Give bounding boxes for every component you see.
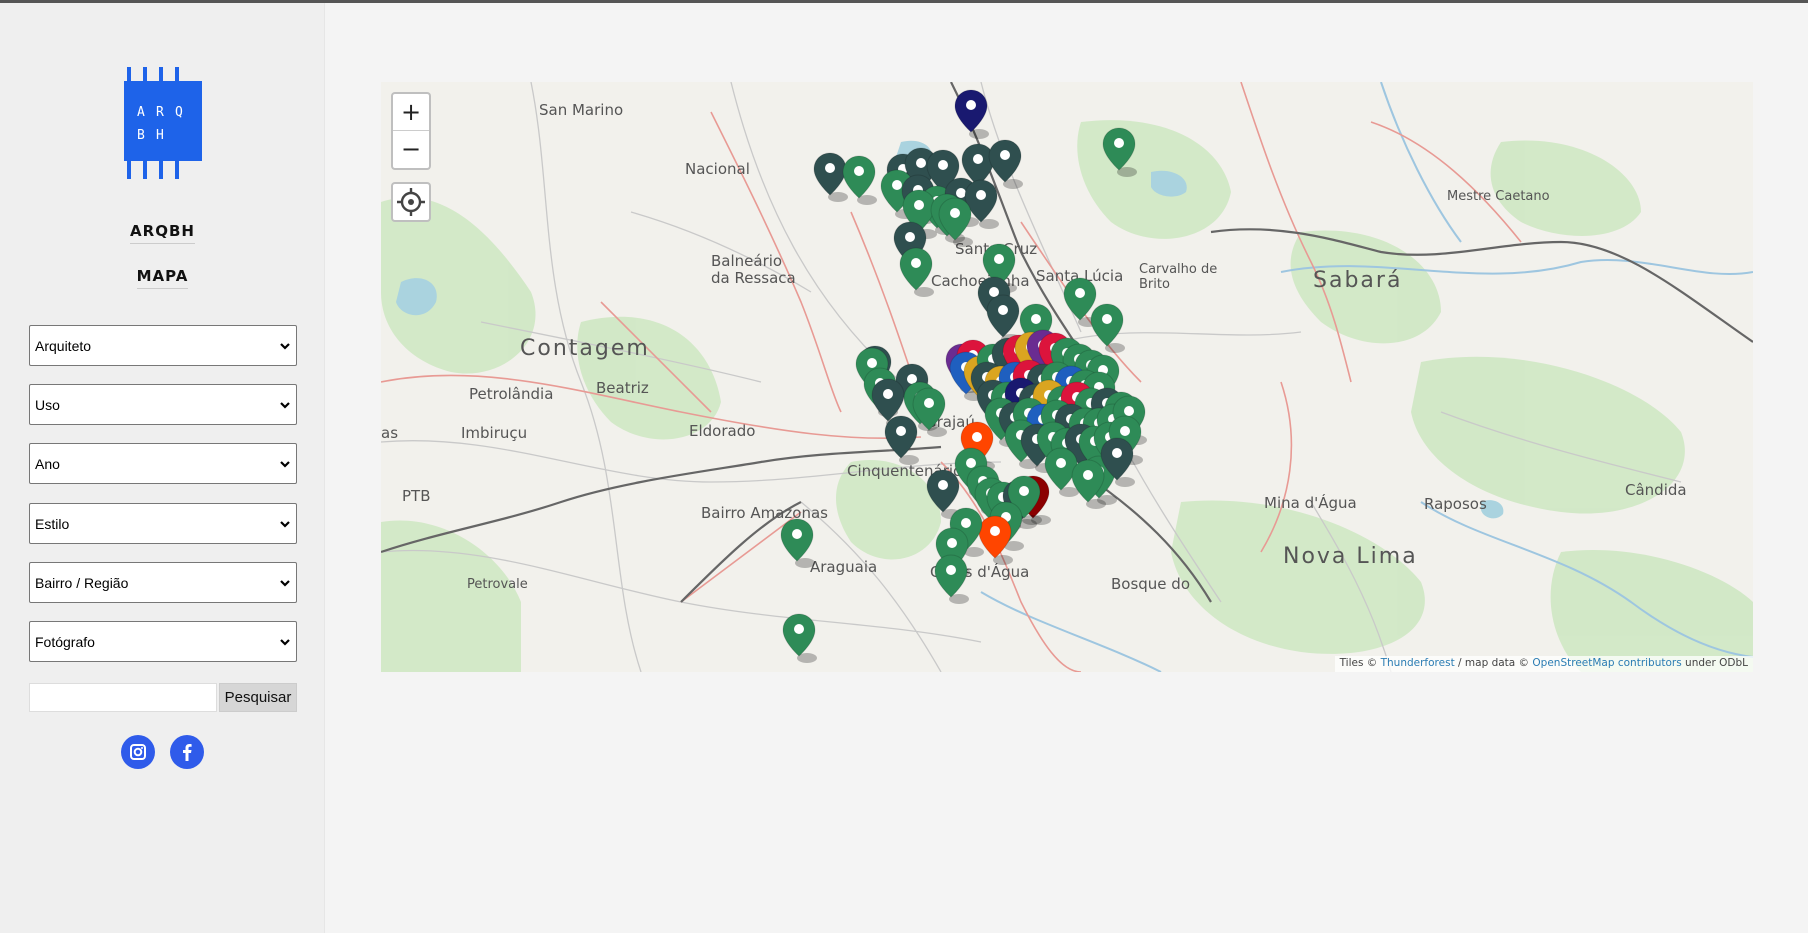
filter-arquiteto-select[interactable]: Arquiteto [29, 325, 297, 366]
place-label: Eldorado [689, 422, 755, 440]
place-label: San Marino [539, 101, 623, 119]
logo-letter: R [156, 105, 164, 120]
chevron-down-icon [280, 343, 290, 350]
crosshair-icon [397, 188, 425, 216]
place-label: Nacional [685, 160, 750, 178]
place-label: Beatriz [596, 379, 649, 397]
place-label: Imbiruçu [461, 424, 527, 442]
filter-arquiteto-value: Arquiteto [35, 338, 92, 354]
nav-mapa-link[interactable]: MAPA [0, 267, 325, 289]
place-label: Brito [1139, 277, 1170, 292]
filter-ano-value: Ano [35, 456, 60, 472]
place-label: Carvalho de [1139, 262, 1217, 277]
thunderforest-link[interactable]: Thunderforest [1381, 657, 1455, 669]
logo-letter: H [156, 128, 164, 143]
search-input[interactable] [29, 683, 217, 712]
instagram-icon [130, 744, 146, 760]
chevron-down-icon [280, 521, 290, 528]
chevron-down-icon [280, 402, 290, 409]
filter-estilo-select[interactable]: Estilo [29, 503, 297, 544]
place-label: da Ressaca [711, 269, 796, 287]
place-label: Balneário [711, 252, 782, 270]
map-container[interactable]: San Marino Nacional Mestre Caetano Balneári… [381, 82, 1753, 672]
place-label: Cândida [1625, 481, 1687, 499]
place-label: Bosque do [1111, 575, 1190, 593]
nav-arqbh-label: ARQBH [130, 222, 195, 244]
filter-uso-select[interactable]: Uso [29, 384, 297, 425]
attribution-prefix: Tiles © [1339, 657, 1381, 669]
logo-letter: B [137, 128, 145, 143]
attribution-suffix: under ODbL [1681, 657, 1748, 669]
chevron-down-icon [280, 639, 290, 646]
filter-fotografo-value: Fotógrafo [35, 634, 95, 650]
place-label: Raposos [1424, 495, 1487, 513]
nav-mapa-label: MAPA [136, 267, 189, 289]
map-tiles[interactable]: San Marino Nacional Mestre Caetano Balneári… [381, 82, 1753, 672]
nav-arqbh-link[interactable]: ARQBH [0, 222, 325, 244]
facebook-icon [183, 744, 192, 761]
filter-fotografo-select[interactable]: Fotógrafo [29, 621, 297, 662]
logo-letter: A [137, 105, 145, 120]
place-label: PTB [402, 487, 431, 505]
place-label: Nova Lima [1283, 544, 1418, 569]
search-button[interactable]: Pesquisar [219, 683, 297, 712]
place-label: Mestre Caetano [1447, 189, 1550, 204]
arqbh-logo[interactable]: A R Q B H [124, 67, 204, 179]
attribution-middle: / map data © [1454, 657, 1533, 669]
instagram-link[interactable] [121, 735, 155, 769]
zoom-out-button[interactable]: − [393, 131, 429, 168]
locate-button[interactable] [391, 182, 431, 222]
filter-uso-value: Uso [35, 397, 60, 413]
place-label: Petrolândia [469, 385, 553, 403]
zoom-in-button[interactable]: + [393, 94, 429, 131]
place-label: Petrovale [467, 577, 528, 592]
chevron-down-icon [280, 580, 290, 587]
filter-bairro-value: Bairro / Região [35, 575, 129, 591]
sidebar: A R Q B H ARQBH MAPA Arquiteto Uso Ano E… [0, 3, 325, 933]
osm-contributors-link[interactable]: OpenStreetMap contributors [1532, 657, 1681, 669]
filter-bairro-select[interactable]: Bairro / Região [29, 562, 297, 603]
place-label: Sabará [1313, 268, 1402, 293]
logo-letter: Q [175, 105, 183, 120]
place-label: Mina d'Água [1264, 493, 1357, 512]
zoom-control: + − [391, 92, 431, 170]
place-label: Bairro Amazonas [701, 504, 828, 522]
place-label: Contagem [520, 336, 650, 361]
place-label: as [381, 424, 398, 442]
map-attribution: Tiles © Thunderforest / map data © OpenS… [1334, 656, 1753, 672]
chevron-down-icon [280, 461, 290, 468]
filter-ano-select[interactable]: Ano [29, 443, 297, 484]
facebook-link[interactable] [170, 735, 204, 769]
filter-estilo-value: Estilo [35, 516, 70, 532]
place-label: Araguaia [810, 558, 877, 576]
